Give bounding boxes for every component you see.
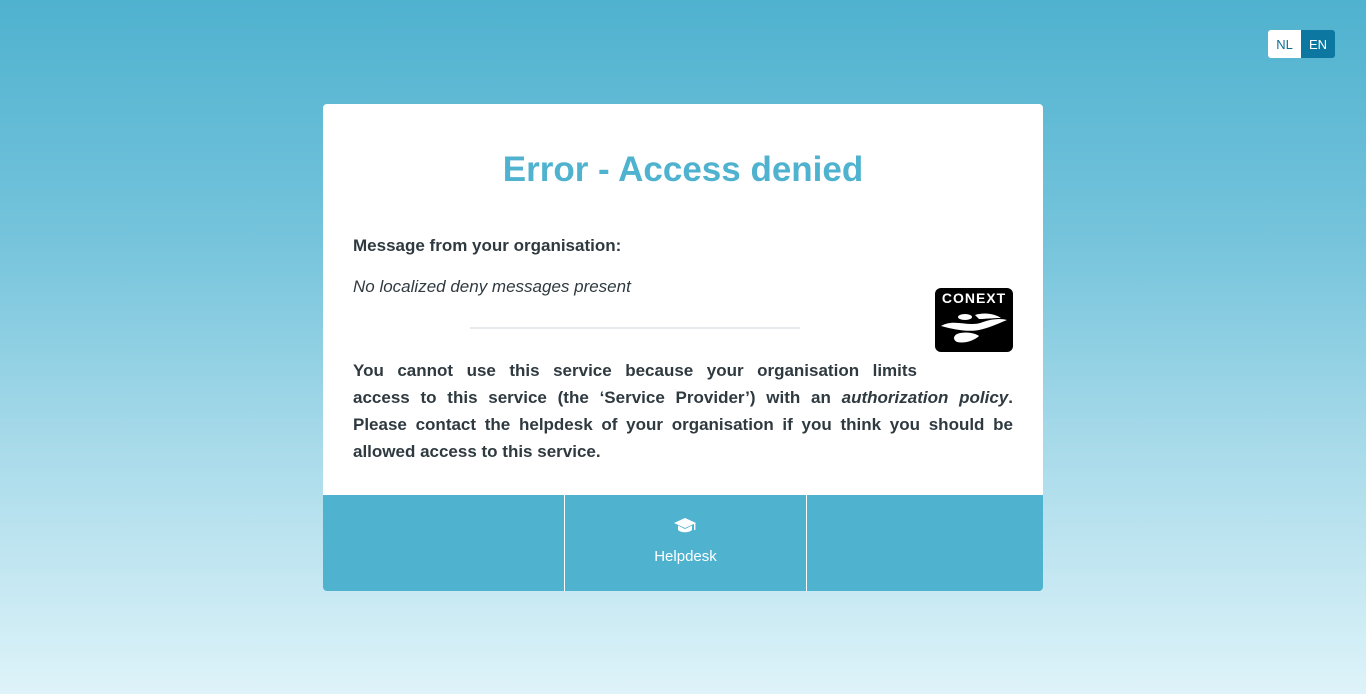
explanation-line-2-suffix: . <box>1008 388 1013 407</box>
language-en-button[interactable]: EN <box>1301 30 1335 58</box>
message-text: No localized deny messages present <box>353 277 631 296</box>
conext-logo: CONEXT <box>935 288 1013 352</box>
graduation-cap-icon <box>674 518 696 533</box>
explanation-line-3: Please contact the helpdesk of your orga… <box>353 415 1013 434</box>
footer-cell-left <box>323 495 565 591</box>
footer-bar: Helpdesk <box>323 495 1043 591</box>
logo-text: CONEXT <box>941 290 1007 306</box>
helpdesk-link[interactable]: Helpdesk <box>565 495 807 591</box>
language-nl-button[interactable]: NL <box>1268 30 1301 58</box>
message-label: Message from your organisation: <box>353 236 622 255</box>
divider <box>470 327 800 329</box>
explanation-line-2-prefix: access to this service (the ‘Service Pro… <box>353 388 842 407</box>
error-card: Error - Access denied Message from your … <box>323 104 1043 591</box>
language-switch: NL EN <box>1268 30 1335 58</box>
explanation-line-2: access to this service (the ‘Service Pro… <box>353 384 1013 411</box>
authorization-policy-emphasis: authorization policy <box>841 388 1009 407</box>
footer-cell-right <box>807 495 1043 591</box>
access-denied-explanation: You cannot use this service because your… <box>353 357 1013 465</box>
page-title: Error - Access denied <box>502 150 864 189</box>
explanation-line-4: allowed access to this service. <box>353 442 601 461</box>
helpdesk-label: Helpdesk <box>654 548 717 565</box>
explanation-line-1: You cannot use this service because your… <box>353 361 917 380</box>
